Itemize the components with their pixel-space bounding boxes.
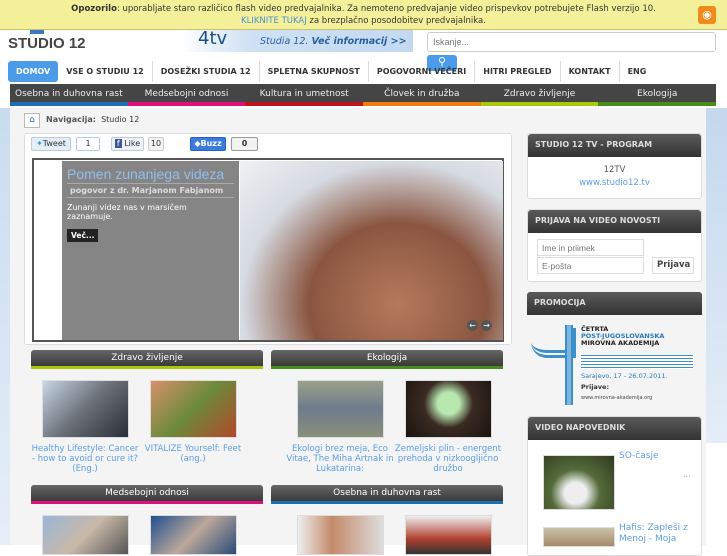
page-background-right — [706, 108, 727, 443]
logo[interactable]: STUDIO 12 — [8, 35, 86, 52]
video-thumbnail[interactable] — [42, 380, 129, 438]
program-title: STUDIO 12 TV - PROGRAM — [528, 134, 701, 157]
category-zdravo[interactable]: Zdravo življenje — [480, 84, 599, 106]
video-thumbnail[interactable] — [150, 380, 237, 438]
video-preview-link[interactable]: SO-časje — [619, 451, 659, 461]
banner-cta: Več informacij >> — [311, 36, 407, 47]
name-input[interactable] — [537, 239, 644, 256]
banner-tv: 4tv — [198, 28, 228, 49]
video-thumbnail[interactable] — [405, 380, 492, 438]
nav-hitri-pregled[interactable]: HITRI PREGLED — [475, 61, 561, 82]
breadcrumb-label: Navigacija: — [46, 115, 96, 124]
section-header-medsebojni[interactable]: Medsebojni odnosi — [31, 485, 263, 504]
promo-date: Sarajevo, 17 - 26.07.2011. — [581, 372, 668, 380]
category-clovek[interactable]: Človek in družba — [363, 84, 481, 106]
video-thumbnail[interactable] — [405, 515, 492, 555]
video-link[interactable]: Ekologi brez meja, Eco Vitae, The Miha A… — [286, 444, 394, 474]
tweet-button[interactable]: ✦Tweet — [31, 137, 71, 151]
nav-eng[interactable]: ENG — [620, 61, 655, 82]
email-input[interactable] — [537, 257, 644, 274]
video-link[interactable]: Zemeljski plin - energent prehoda v nizk… — [394, 444, 502, 474]
flash-warning-bar: Opozorilo: uporabljate staro različico f… — [0, 0, 727, 30]
arrow-right-icon[interactable]: → — [481, 320, 492, 331]
nav-vse-o-studiu[interactable]: VSE O STUDIU 12 — [58, 61, 153, 82]
nav-pogovorni-veceri[interactable]: POGOVORNI VEČERI — [369, 61, 476, 82]
program-link[interactable]: www.studio12.tv — [528, 178, 701, 188]
twitter-icon: ✦ — [36, 139, 43, 148]
search-input[interactable] — [427, 32, 716, 52]
program-box: STUDIO 12 TV - PROGRAM 12TV www.studio12… — [527, 133, 702, 199]
buzz-count: 0 — [231, 137, 258, 151]
video-thumbnail[interactable] — [150, 515, 237, 555]
promo-apply: Prijave: — [581, 383, 610, 391]
nav-domov[interactable]: DOMOV — [8, 61, 59, 82]
slide-more-button[interactable]: Več... — [67, 229, 99, 242]
category-ekologija[interactable]: Ekologija — [598, 84, 717, 106]
video-preview-title: VIDEO NAPOVEDNIK — [528, 417, 701, 440]
page-background-left — [0, 108, 10, 545]
video-preview-more: ... — [683, 470, 691, 479]
banner-text: Studia 12. — [260, 36, 309, 47]
promo-box: PROMOCIJA — [527, 292, 702, 315]
warning-label: Opozorilo — [71, 4, 117, 14]
video-link[interactable]: Healthy Lifestyle: Cancer - how to avoid… — [31, 444, 139, 474]
breadcrumb: Navigacija: Studio 12 — [46, 115, 139, 124]
slide-description: Zunanji videz nas v marsičem zaznamuje. — [67, 203, 187, 221]
video-link[interactable]: VITALIZE Yourself: Feet (ang.) — [139, 444, 247, 464]
tweet-count: 1 — [76, 137, 100, 151]
video-thumbnail[interactable] — [543, 455, 615, 510]
home-icon[interactable]: ⌂ — [24, 113, 40, 128]
program-name: 12TV — [603, 165, 626, 175]
warning-suffix: za brezplačno posodobitev predvajalnika. — [306, 16, 486, 26]
newsletter-title: PRIJAVA NA VIDEO NOVOSTI — [528, 210, 701, 233]
section-header-ekologija[interactable]: Ekologija — [271, 350, 503, 369]
nav-dosezki[interactable]: DOSEŽKI STUDIA 12 — [153, 61, 260, 82]
nav-spletna-skupnost[interactable]: SPLETNA SKUPNOST — [260, 61, 369, 82]
arrow-left-icon[interactable]: ← — [467, 320, 478, 331]
breadcrumb-current[interactable]: Studio 12 — [101, 115, 139, 124]
category-medsebojni[interactable]: Medsebojni odnosi — [127, 84, 246, 106]
slide-image[interactable] — [240, 161, 503, 340]
main-nav: DOMOV VSE O STUDIU 12 DOSEŽKI STUDIA 12 … — [8, 61, 708, 82]
slide-subtitle: pogovor z dr. Marjanom Fabjanom — [67, 184, 234, 198]
video-thumbnail[interactable] — [297, 515, 384, 555]
video-thumbnail[interactable] — [543, 527, 615, 547]
promo-banner[interactable]: ČETRTA POST-JUGOSLOVANSKA MIROVNA AKADEM… — [531, 325, 696, 407]
promo-line3: MIROVNA AKADEMIJA — [581, 339, 660, 347]
like-count: 10 — [148, 137, 164, 151]
category-bar: Osebna in duhovna rast Medsebojni odnosi… — [10, 84, 717, 106]
promo-url: www.mirovna-akademija.org — [581, 395, 653, 401]
video-thumbnail[interactable] — [42, 515, 129, 555]
rss-icon[interactable]: ◉ — [698, 6, 716, 24]
nav-kontakt[interactable]: KONTAKT — [561, 61, 620, 82]
update-flash-link[interactable]: KLIKNITE TUKAJ — [241, 16, 307, 26]
buzz-button[interactable]: ◆Buzz — [190, 137, 226, 151]
slide-title[interactable]: Pomen zunanjega videza — [67, 166, 234, 184]
section-header-zdravo[interactable]: Zdravo življenje — [31, 350, 263, 369]
category-osebna[interactable]: Osebna in duhovna rast — [10, 84, 128, 106]
like-button[interactable]: f Like — [111, 137, 144, 151]
section-header-osebna[interactable]: Osebna in duhovna rast — [271, 485, 503, 504]
slide-caption: Pomen zunanjega videza pogovor z dr. Mar… — [62, 161, 239, 340]
facebook-icon: f — [114, 139, 122, 148]
warning-text: : uporabljate staro različico flash vide… — [116, 4, 656, 14]
subscribe-button[interactable]: Prijava — [652, 257, 694, 274]
category-kultura[interactable]: Kultura in umetnost — [245, 84, 364, 106]
tv-banner[interactable]: 4tv Studia 12. Več informacij >> — [180, 28, 413, 52]
video-preview-link[interactable]: Hafis: Zapleši z Menoj - Moja — [619, 523, 691, 545]
promo-title: PROMOCIJA — [527, 292, 702, 315]
video-thumbnail[interactable] — [297, 380, 384, 438]
